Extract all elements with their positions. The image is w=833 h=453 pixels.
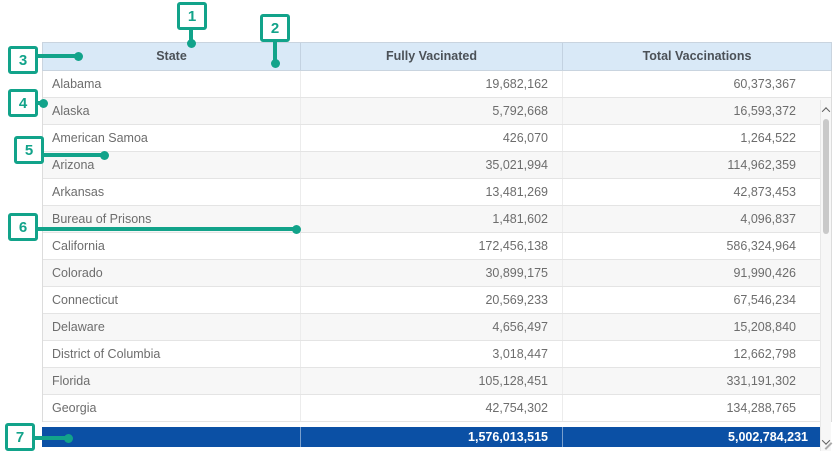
cell-fully-vaccinated: 35,021,994 [301, 152, 563, 178]
table-header-row: State Fully Vacinated Total Vaccinations [42, 42, 832, 71]
cell-state: Delaware [43, 314, 301, 340]
cell-state: Colorado [43, 260, 301, 286]
callout-2-marker: 2 [260, 14, 290, 42]
cell-state: California [43, 233, 301, 259]
annotated-table-screenshot: State Fully Vacinated Total Vaccinations… [0, 0, 833, 453]
cell-fully-vaccinated: 30,899,175 [301, 260, 563, 286]
column-header-total-vaccinations[interactable]: Total Vaccinations [563, 43, 831, 70]
callout-1-dot [187, 39, 196, 48]
cell-state: Arkansas [43, 179, 301, 205]
callout-6-connector [38, 227, 296, 231]
callout-4-dot [39, 99, 48, 108]
cell-total-vaccinations: 4,096,837 [563, 206, 810, 232]
callout-1-marker: 1 [177, 2, 207, 30]
scroll-up-button[interactable] [821, 102, 831, 117]
callout-3-connector [38, 54, 78, 58]
cell-fully-vaccinated: 19,682,162 [301, 71, 563, 97]
table-row[interactable]: Delaware4,656,49715,208,840 [43, 314, 831, 341]
callout-4-marker: 4 [8, 89, 38, 117]
table-row[interactable]: Arizona35,021,994114,962,359 [43, 152, 831, 179]
table-row[interactable]: Alabama19,682,16260,373,367 [43, 71, 831, 98]
cell-total-vaccinations: 91,990,426 [563, 260, 810, 286]
attribute-table-widget: State Fully Vacinated Total Vaccinations… [42, 42, 832, 447]
callout-3-dot [74, 52, 83, 61]
table-row[interactable]: Florida105,128,451331,191,302 [43, 368, 831, 395]
cell-fully-vaccinated: 426,070 [301, 125, 563, 151]
cell-total-vaccinations: 67,546,234 [563, 287, 810, 313]
cell-total-vaccinations: 114,962,359 [563, 152, 810, 178]
cell-total-vaccinations: 331,191,302 [563, 368, 810, 394]
table-row[interactable]: Connecticut20,569,23367,546,234 [43, 287, 831, 314]
cell-state: Georgia [43, 395, 301, 421]
cell-total-vaccinations: 16,593,372 [563, 98, 810, 124]
chevron-up-icon [822, 107, 830, 115]
callout-7-marker: 7 [5, 423, 35, 451]
cell-fully-vaccinated: 3,018,447 [301, 341, 563, 367]
summary-cell-total-vaccinations: 5,002,784,231 [563, 427, 822, 447]
cell-fully-vaccinated: 105,128,451 [301, 368, 563, 394]
cell-state: Alaska [43, 98, 301, 124]
cell-state: District of Columbia [43, 341, 301, 367]
callout-5-marker: 5 [14, 136, 44, 164]
cell-total-vaccinations: 1,264,522 [563, 125, 810, 151]
callout-2-dot [271, 59, 280, 68]
cell-total-vaccinations: 42,873,453 [563, 179, 810, 205]
cell-total-vaccinations: 134,288,765 [563, 395, 810, 421]
cell-total-vaccinations: 12,662,798 [563, 341, 810, 367]
table-row[interactable]: Colorado30,899,17591,990,426 [43, 260, 831, 287]
table-row[interactable]: American Samoa426,0701,264,522 [43, 125, 831, 152]
table-row[interactable]: District of Columbia3,018,44712,662,798 [43, 341, 831, 368]
vertical-scrollbar[interactable] [820, 100, 831, 451]
callout-5-dot [100, 151, 109, 160]
callout-6-dot [292, 225, 301, 234]
summary-cell-fully-vaccinated: 1,576,013,515 [301, 427, 563, 447]
cell-fully-vaccinated: 4,656,497 [301, 314, 563, 340]
cell-fully-vaccinated: 5,792,668 [301, 98, 563, 124]
scrollbar-thumb[interactable] [823, 119, 829, 234]
cell-fully-vaccinated: 172,456,138 [301, 233, 563, 259]
cell-fully-vaccinated: 20,569,233 [301, 287, 563, 313]
column-header-fully-vaccinated[interactable]: Fully Vacinated [301, 43, 563, 70]
cell-state: Alabama [43, 71, 301, 97]
cell-state: Connecticut [43, 287, 301, 313]
callout-7-dot [64, 434, 73, 443]
cell-fully-vaccinated: 1,481,602 [301, 206, 563, 232]
cell-state: Florida [43, 368, 301, 394]
callout-3-marker: 3 [8, 46, 38, 74]
table-row[interactable]: Alaska5,792,66816,593,372 [43, 98, 831, 125]
table-body: Alabama19,682,16260,373,367Alaska5,792,6… [42, 71, 832, 422]
cell-state: American Samoa [43, 125, 301, 151]
table-row[interactable]: Arkansas13,481,26942,873,453 [43, 179, 831, 206]
callout-5-connector [44, 153, 105, 157]
summary-cell-state [42, 427, 301, 447]
table-summary-row: 1,576,013,515 5,002,784,231 [42, 427, 822, 447]
table-row[interactable]: California172,456,138586,324,964 [43, 233, 831, 260]
cell-fully-vaccinated: 42,754,302 [301, 395, 563, 421]
callout-6-marker: 6 [8, 213, 38, 241]
table-row[interactable]: Georgia42,754,302134,288,765 [43, 395, 831, 422]
cell-total-vaccinations: 586,324,964 [563, 233, 810, 259]
cell-total-vaccinations: 15,208,840 [563, 314, 810, 340]
cell-total-vaccinations: 60,373,367 [563, 71, 810, 97]
cell-fully-vaccinated: 13,481,269 [301, 179, 563, 205]
